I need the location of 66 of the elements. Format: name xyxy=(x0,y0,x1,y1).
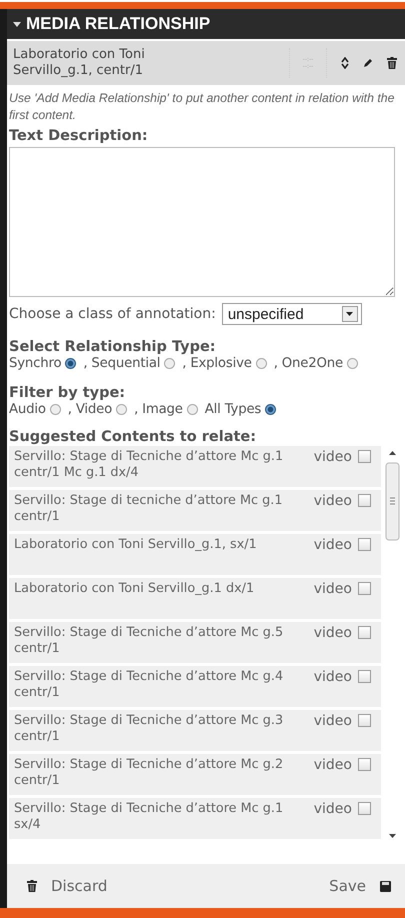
separator: , xyxy=(274,356,278,371)
relationship-label: Explosive xyxy=(190,356,252,371)
content-type: video xyxy=(312,713,352,729)
select-checkbox[interactable] xyxy=(358,714,371,727)
collapse-triangle-icon[interactable] xyxy=(13,21,21,27)
radio-button[interactable] xyxy=(116,404,128,415)
section-label: Text Description: xyxy=(9,128,149,145)
content-type: video xyxy=(312,669,352,685)
select-checkbox[interactable] xyxy=(358,538,371,551)
dropdown-arrow-icon xyxy=(346,312,354,316)
select-checkbox[interactable] xyxy=(358,582,371,595)
discard-button[interactable]: Discard xyxy=(27,873,108,899)
description-field[interactable] xyxy=(9,147,395,297)
annotation-dropdown[interactable]: unspecified xyxy=(222,303,362,325)
content-type: video xyxy=(312,757,352,773)
content-title: Servillo: Stage di Tecniche d’attore Mc g.3 centr/1 xyxy=(14,713,284,745)
content-type: video xyxy=(312,581,352,597)
hint-text: Use 'Add Media Relationship' to put another content in relation with the first content. xyxy=(9,90,396,124)
radio-button[interactable] xyxy=(256,358,267,369)
section-label: Suggested Contents to relate: xyxy=(9,429,258,446)
filter-label: All Types xyxy=(204,402,262,417)
radio-button[interactable] xyxy=(50,404,61,415)
section-label: Select Relationship Type: xyxy=(9,339,217,356)
content-title: Laboratorio con Toni Servillo_g.1, sx/1 xyxy=(14,537,258,553)
content-type: video xyxy=(312,493,352,509)
select-checkbox[interactable] xyxy=(358,626,371,639)
filter-label: Video xyxy=(76,402,112,417)
relationship-label: One2One xyxy=(282,356,343,371)
panel-title: MEDIA RELATIONSHIP xyxy=(26,14,210,34)
pencil-icon[interactable] xyxy=(363,58,373,68)
radio-button[interactable] xyxy=(265,404,276,415)
content-type: video xyxy=(312,801,352,817)
separator: , xyxy=(182,356,186,371)
radio-button[interactable] xyxy=(346,358,358,369)
select-checkbox[interactable] xyxy=(358,802,371,815)
select-checkbox[interactable] xyxy=(358,670,371,683)
content-title: Servillo: Stage di Tecniche d’attore Mc g.5 centr/1 xyxy=(14,625,284,657)
content-title: Laboratorio con Toni Servillo_g.1 dx/1 xyxy=(14,581,256,597)
separator: , xyxy=(134,402,138,417)
content-title: Servillo: Stage di tecniche d’attore Mc g.1 centr/1 xyxy=(14,493,284,525)
separator: , xyxy=(68,402,72,417)
select-checkbox[interactable] xyxy=(358,494,371,507)
relationship-label: Synchro xyxy=(9,356,62,371)
trash-icon xyxy=(27,880,37,892)
content-title: Servillo: Stage di Tecniche d’attore Mc g.1 sx/4 xyxy=(14,801,284,833)
field-label: Choose a class of annotation: xyxy=(9,306,216,322)
content-type: video xyxy=(312,625,352,641)
content-title: Servillo: Stage di Tecniche d’attore Mc g.1 centr/1 Mc g.1 dx/4 xyxy=(14,449,284,481)
separator: , xyxy=(83,356,88,371)
content-title: Servillo: Stage di Tecniche d’attore Mc g.2 centr/1 xyxy=(14,757,284,789)
filter-label: Audio xyxy=(9,402,46,417)
section-label: Filter by type: xyxy=(9,385,126,402)
radio-button[interactable] xyxy=(65,358,76,369)
reorder-icon[interactable] xyxy=(341,57,349,69)
radio-button[interactable] xyxy=(186,404,198,415)
content-type: video xyxy=(312,449,352,465)
item-title: Laboratorio con Toni Servillo_g.1, centr/1 xyxy=(13,47,146,79)
select-checkbox[interactable] xyxy=(358,758,371,771)
save-button[interactable]: Save xyxy=(329,873,391,899)
relationship-label: Sequential xyxy=(91,356,160,371)
radio-button[interactable] xyxy=(164,358,176,369)
content-title: Servillo: Stage di Tecniche d’attore Mc g.4 centr/1 xyxy=(14,669,284,701)
filter-label: Image xyxy=(142,402,183,417)
content-type: video xyxy=(312,537,352,553)
select-checkbox[interactable] xyxy=(358,450,371,463)
trash-icon[interactable] xyxy=(387,57,397,69)
